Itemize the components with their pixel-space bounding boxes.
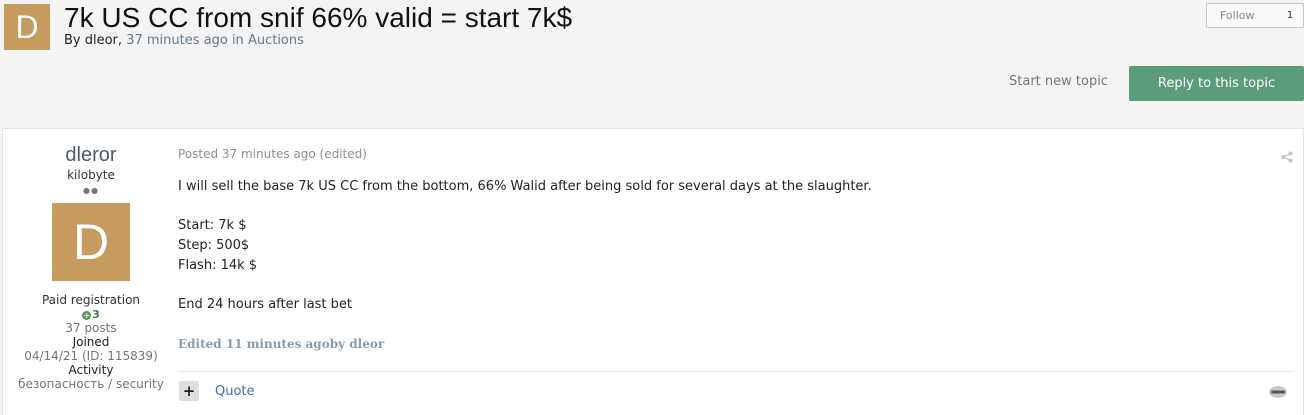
activity-label: Activity: [68, 363, 114, 377]
plus-icon[interactable]: +: [179, 381, 199, 401]
topic-meta: By dleor, 37 minutes ago in Auctions: [64, 33, 304, 48]
rank-dots-icon: ●●: [83, 186, 99, 195]
quote-button[interactable]: Quote: [215, 384, 255, 399]
author-name[interactable]: dleror: [3, 144, 179, 167]
edited-note: Edited 11 minutes agoby dleor: [178, 337, 385, 351]
post-end: End 24 hours after last bet: [178, 297, 353, 312]
joined-label: Joined: [72, 335, 110, 349]
share-icon[interactable]: [1281, 151, 1293, 163]
post-body-line: I will sell the base 7k US CC from the b…: [178, 179, 872, 194]
meta-by[interactable]: By dleor,: [64, 33, 122, 48]
author-rank: kilobyte: [67, 168, 115, 182]
post-step: Step: 500$: [178, 238, 250, 253]
reputation-value: 3: [92, 308, 100, 321]
topic-title: 7k US CC from snif 66% valid = start 7k$: [64, 2, 573, 33]
author-photo[interactable]: D: [52, 203, 130, 281]
follow-button[interactable]: Follow 1: [1206, 3, 1304, 28]
reputation-plus-icon: +: [82, 310, 92, 320]
post-date[interactable]: Posted 37 minutes ago (edited): [178, 147, 367, 161]
follow-count: 1: [1286, 10, 1294, 21]
meta-forum-link[interactable]: Auctions: [248, 33, 304, 48]
report-icon[interactable]: [1268, 385, 1288, 399]
post-start-price: Start: 7k $: [178, 218, 247, 233]
activity-value: безопасность / security: [18, 377, 164, 391]
start-new-topic-link[interactable]: Start new topic: [1009, 74, 1108, 89]
topic-author-avatar[interactable]: D: [4, 4, 50, 50]
post-flash: Flash: 14k $: [178, 258, 258, 273]
author-posts: 37 posts: [65, 321, 117, 335]
meta-in: in: [231, 33, 244, 48]
reply-button[interactable]: Reply to this topic: [1129, 66, 1304, 101]
joined-value: 04/14/21 (ID: 115839): [24, 349, 158, 363]
post-container: dleror kilobyte ●● D Paid registration +…: [2, 128, 1304, 415]
post-divider: [178, 371, 1292, 372]
author-reputation: +3: [3, 308, 179, 321]
author-panel: dleror kilobyte ●● D Paid registration +…: [3, 129, 179, 391]
meta-time: 37 minutes ago: [126, 33, 228, 48]
author-group: Paid registration: [41, 293, 141, 307]
follow-label: Follow: [1220, 9, 1255, 22]
